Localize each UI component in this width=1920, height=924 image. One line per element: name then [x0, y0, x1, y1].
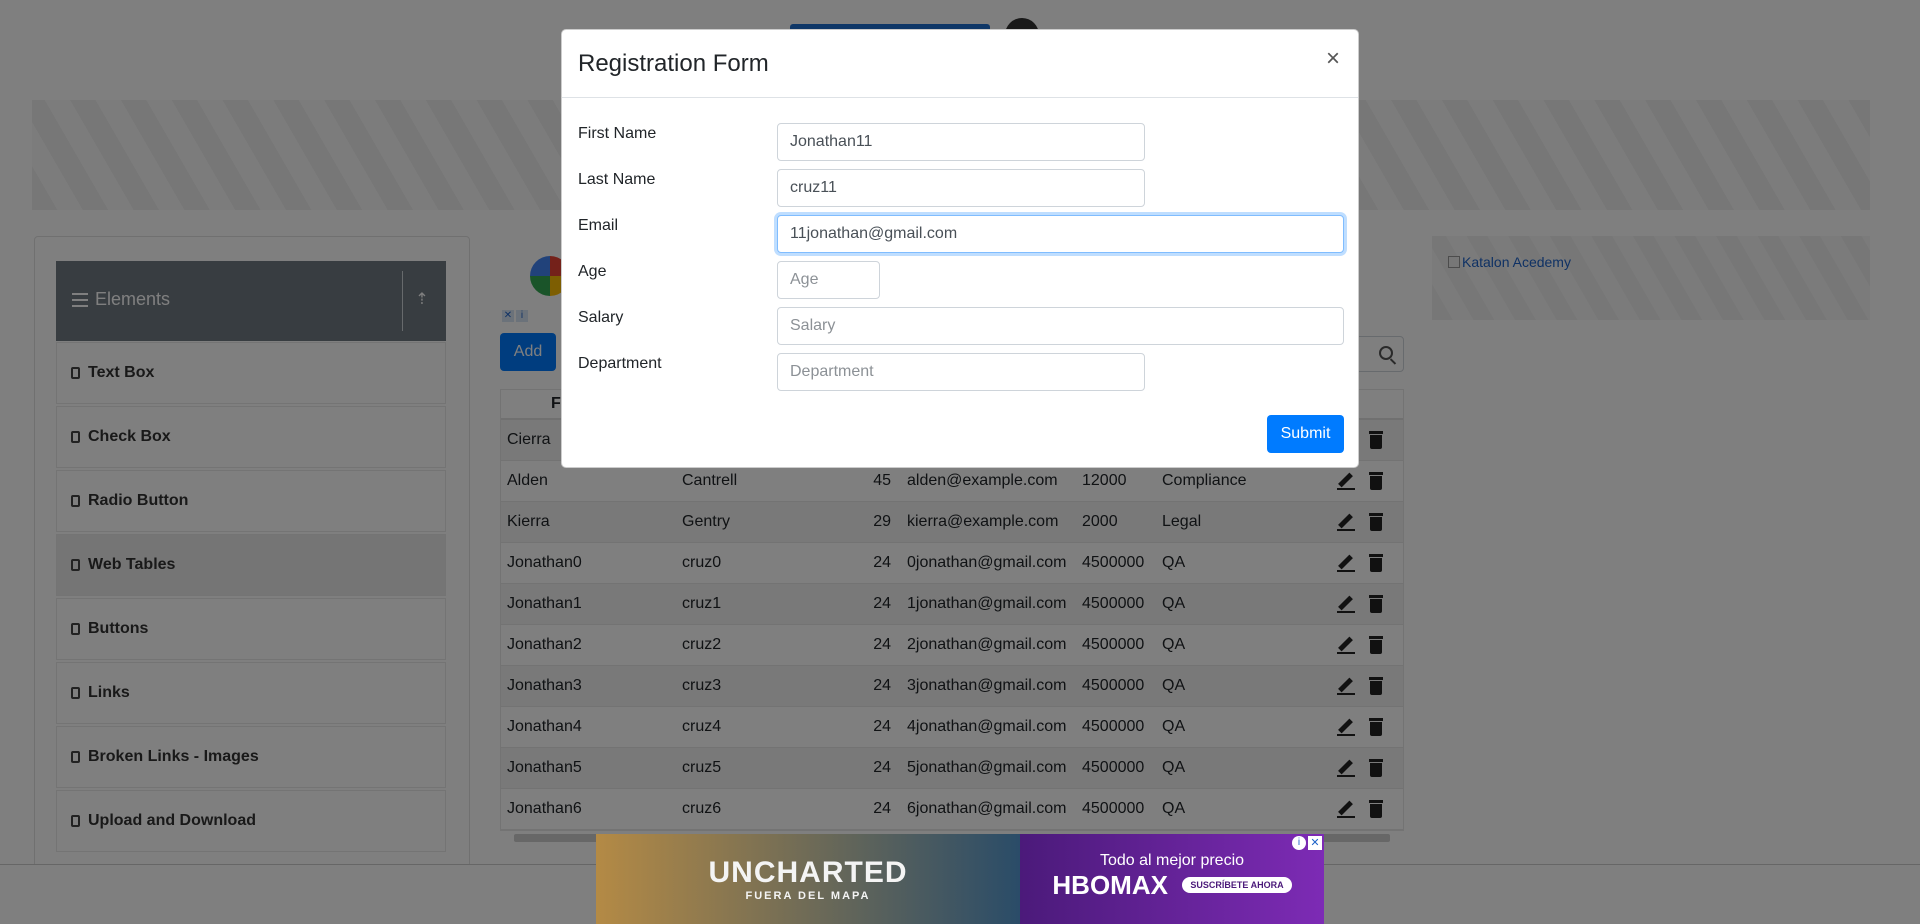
- close-button[interactable]: ×: [1320, 44, 1346, 74]
- modal-header: Registration Form ×: [562, 30, 1358, 98]
- email-input[interactable]: [777, 215, 1344, 253]
- department-row: Department: [578, 353, 1344, 391]
- page: Elements ⇡ Text Box Check Box Radio Butt…: [0, 0, 1920, 924]
- ad-movie-title: UNCHARTED: [708, 856, 908, 889]
- last-name-input[interactable]: [777, 169, 1145, 207]
- ad-cta-button[interactable]: SUSCRÍBETE AHORA: [1182, 877, 1292, 893]
- ad-brand: HBOMAX: [1052, 870, 1168, 900]
- salary-label: Salary: [578, 309, 624, 326]
- age-label: Age: [578, 263, 607, 280]
- first-name-label: First Name: [578, 125, 657, 142]
- ad-info-icon[interactable]: i: [1292, 836, 1306, 850]
- email-label: Email: [578, 217, 619, 234]
- last-name-row: Last Name: [578, 169, 1344, 207]
- department-label: Department: [578, 355, 662, 372]
- ad-close-icon[interactable]: ✕: [1308, 836, 1322, 850]
- ad-brand-panel[interactable]: Todo al mejor precio HBOMAX SUSCRÍBETE A…: [1020, 834, 1324, 924]
- first-name-input[interactable]: [777, 123, 1145, 161]
- ad-movie-panel[interactable]: UNCHARTED FUERA DEL MAPA: [596, 834, 1020, 924]
- email-row: Email: [578, 215, 1344, 253]
- last-name-label: Last Name: [578, 171, 656, 188]
- first-name-row: First Name: [578, 123, 1344, 161]
- modal-title: Registration Form: [578, 50, 769, 77]
- ad-tagline: Todo al mejor precio: [1099, 852, 1245, 869]
- salary-row: Salary: [578, 307, 1344, 345]
- submit-button[interactable]: Submit: [1267, 415, 1344, 453]
- salary-input[interactable]: [777, 307, 1344, 345]
- bottom-ad-banner[interactable]: UNCHARTED FUERA DEL MAPA Todo al mejor p…: [596, 834, 1324, 924]
- registration-modal: Registration Form × First Name Last Name…: [561, 29, 1359, 468]
- ad-movie-subtitle: FUERA DEL MAPA: [745, 890, 871, 902]
- department-input[interactable]: [777, 353, 1145, 391]
- age-input[interactable]: [777, 261, 880, 299]
- age-row: Age: [578, 261, 1344, 299]
